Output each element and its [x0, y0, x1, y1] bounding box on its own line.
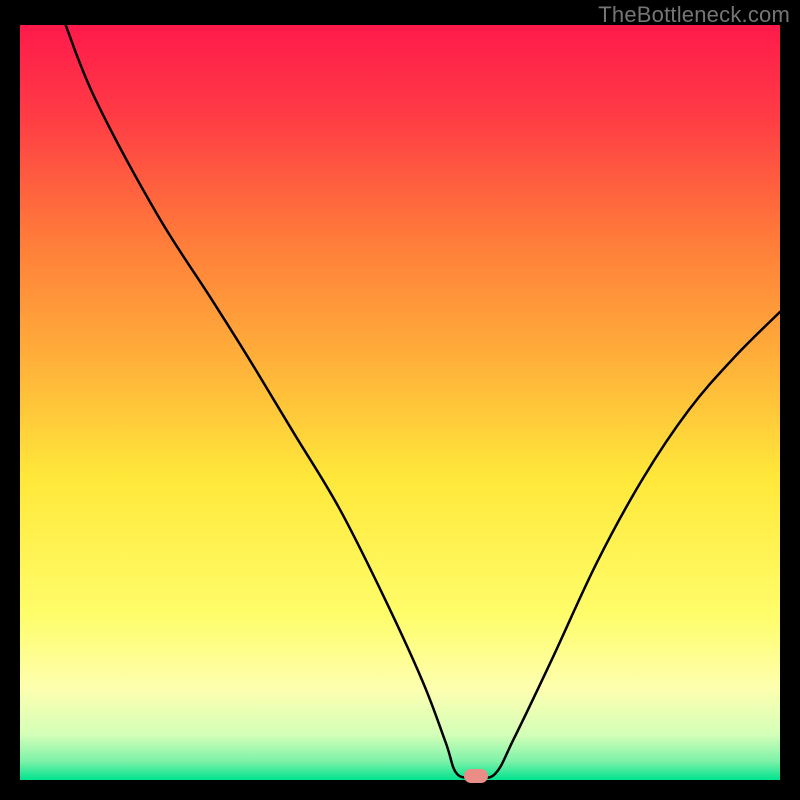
watermark-text: TheBottleneck.com — [598, 2, 790, 28]
plot-area — [20, 25, 780, 780]
optimal-point-marker — [464, 769, 488, 783]
chart-frame: TheBottleneck.com — [0, 0, 800, 800]
bottleneck-chart-svg — [20, 25, 780, 780]
chart-background — [20, 25, 780, 780]
